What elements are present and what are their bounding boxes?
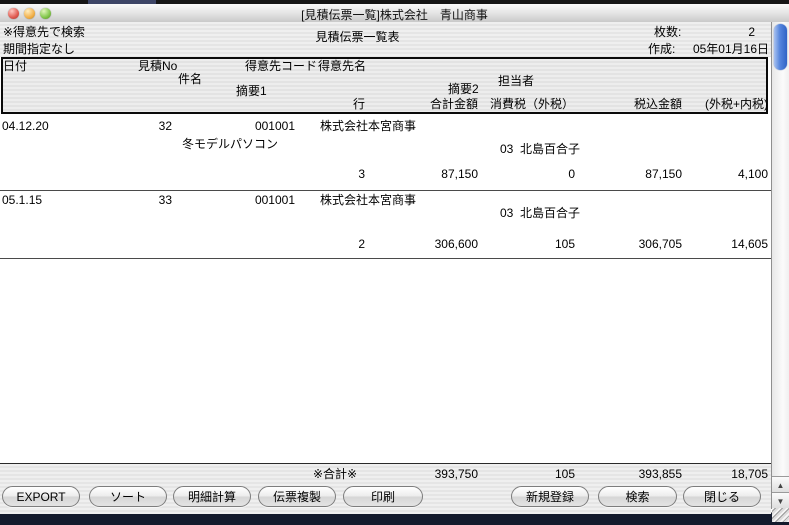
row-total: 87,150 <box>441 168 478 181</box>
footer-bar: ※合計※ 393,750 105 393,855 18,705 EXPORT ソ… <box>0 463 771 514</box>
totals-total-with-tax: 393,855 <box>639 468 682 481</box>
row-tax: 105 <box>555 238 575 251</box>
sort-button[interactable]: ソート <box>89 486 167 507</box>
col-header-staff: 担当者 <box>498 75 534 88</box>
down-arrow-icon: ▼ <box>777 497 785 506</box>
row-date: 04.12.20 <box>2 120 49 133</box>
col-header-tax-combined: (外税+内税) <box>705 98 768 111</box>
col-header-tax: 消費税（外税） <box>490 98 574 111</box>
totals-total: 393,750 <box>435 468 478 481</box>
row-date: 05.1.15 <box>2 194 42 207</box>
row-customer-code: 001001 <box>255 120 295 133</box>
col-header-total-with-tax: 税込金額 <box>634 98 682 111</box>
col-header-customer-name: 得意先名 <box>318 60 366 73</box>
row-lines: 3 <box>358 168 365 181</box>
col-header-subject: 件名 <box>178 73 202 86</box>
scroll-up-button[interactable]: ▲ <box>772 476 789 493</box>
sheets-label: 枚数: <box>654 26 681 39</box>
export-button[interactable]: EXPORT <box>2 486 80 507</box>
col-header-quote-no: 見積No <box>138 60 177 73</box>
col-header-date: 日付 <box>3 60 27 73</box>
row-tax-combined: 4,100 <box>738 168 768 181</box>
up-arrow-icon: ▲ <box>777 481 785 490</box>
row-staff: 03 北島百合子 <box>500 143 580 156</box>
row-tax: 0 <box>568 168 575 181</box>
app-window: [見積伝票一覧]株式会社 青山商事 ※得意先で検索 期間指定なし 見積伝票一覧表… <box>0 4 789 513</box>
scroll-down-button[interactable]: ▼ <box>772 492 789 509</box>
list-area: 日付 見積No 得意先コード 得意先名 件名 担当者 摘要1 摘要2 行 合計金… <box>0 57 771 463</box>
row-customer-name: 株式会社本宮商事 <box>320 120 416 133</box>
info-bar: ※得意先で検索 期間指定なし 見積伝票一覧表 枚数: 2 作成: 05年01月1… <box>0 22 771 57</box>
close-button[interactable]: 閉じる <box>683 486 761 507</box>
row-quote-no: 32 <box>159 120 172 133</box>
col-header-summary1: 摘要1 <box>236 85 267 98</box>
totals-label: ※合計※ <box>313 468 357 481</box>
row-customer-code: 001001 <box>255 194 295 207</box>
print-button[interactable]: 印刷 <box>343 486 423 507</box>
row-total-with-tax: 87,150 <box>645 168 682 181</box>
col-header-customer-code: 得意先コード <box>245 60 317 73</box>
sheets-value: 2 <box>748 26 755 39</box>
row-subject: 冬モデルパソコン <box>182 138 278 151</box>
row-customer-name: 株式会社本宮商事 <box>320 194 416 207</box>
col-header-lines: 行 <box>353 98 365 111</box>
row-quote-no: 33 <box>159 194 172 207</box>
created-label: 作成: <box>648 43 675 56</box>
detail-calc-button[interactable]: 明細計算 <box>173 486 251 507</box>
period-label: 期間指定なし <box>3 43 75 56</box>
row-tax-combined: 14,605 <box>731 238 768 251</box>
totals-tax-combined: 18,705 <box>731 468 768 481</box>
duplicate-slip-button[interactable]: 伝票複製 <box>258 486 336 507</box>
title-bar[interactable]: [見積伝票一覧]株式会社 青山商事 <box>0 4 789 23</box>
quote-row[interactable]: 04.12.20 32 001001 株式会社本宮商事 冬モデルパソコン 03 … <box>0 118 771 191</box>
col-header-summary2: 摘要2 <box>448 83 479 96</box>
row-total-with-tax: 306,705 <box>639 238 682 251</box>
quote-row[interactable]: 05.1.15 33 001001 株式会社本宮商事 03 北島百合子 2 30… <box>0 190 771 259</box>
vertical-scrollbar[interactable]: ▲ ▼ <box>771 22 789 509</box>
totals-tax: 105 <box>555 468 575 481</box>
col-header-total: 合計金額 <box>430 98 478 111</box>
scrollbar-thumb[interactable] <box>774 24 787 70</box>
created-date: 05年01月16日 <box>693 43 769 56</box>
new-entry-button[interactable]: 新規登録 <box>511 486 589 507</box>
row-total: 306,600 <box>435 238 478 251</box>
resize-grip-icon[interactable] <box>772 508 789 522</box>
window-title: [見積伝票一覧]株式会社 青山商事 <box>0 6 789 23</box>
report-title: 見積伝票一覧表 <box>0 31 715 44</box>
row-lines: 2 <box>358 238 365 251</box>
row-staff: 03 北島百合子 <box>500 207 580 220</box>
search-button[interactable]: 検索 <box>598 486 677 507</box>
